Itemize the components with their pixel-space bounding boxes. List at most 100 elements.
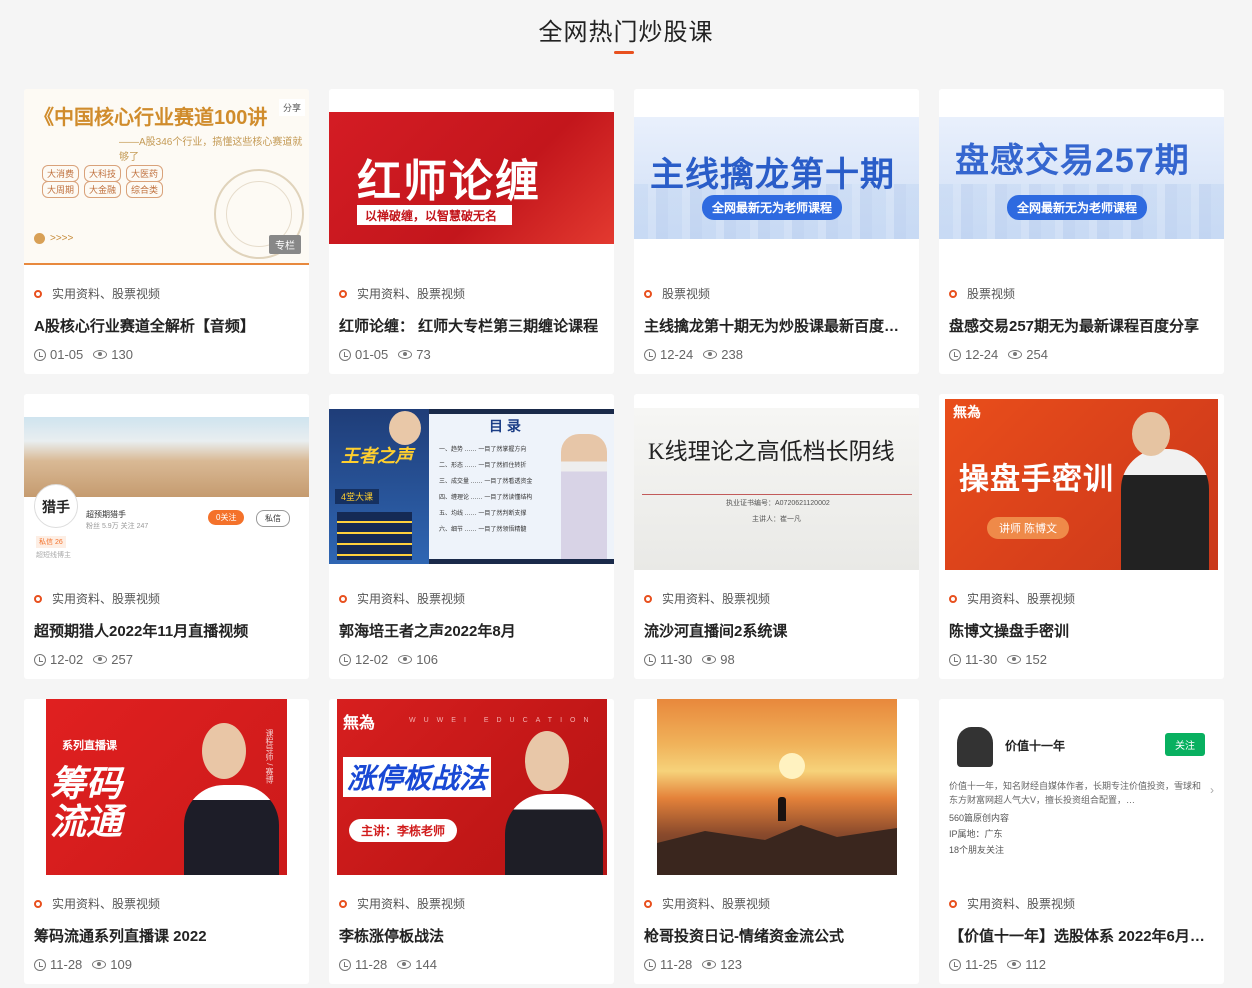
card-views: 98 — [720, 652, 735, 667]
card-date: 12-24 — [965, 347, 999, 362]
profile-name: 超预期猎手 — [86, 510, 126, 519]
card-stats: 11-28 144 — [339, 957, 437, 972]
course-card[interactable]: 王者之声 4堂大课 目 录 一、趋势 …… 一目了然掌握方向 二、形态 …… 一… — [329, 394, 614, 679]
clock-icon — [34, 653, 46, 666]
card-category: 实用资料、股票视频 — [949, 895, 1075, 912]
card-category: 实用资料、股票视频 — [339, 590, 465, 607]
card-views: 73 — [416, 347, 431, 362]
card-category: 实用资料、股票视频 — [34, 895, 160, 912]
course-thumbnail[interactable]: 价值十一年 关注 价值十一年，知名财经自媒体作者，长期专注价值投资，雪球和东方财… — [939, 699, 1224, 875]
course-card[interactable]: 無為 操盘手密训 讲师 陈博文 实用资料、股票视频 陈博文操盘手密训 11-30… — [939, 394, 1224, 679]
course-card[interactable]: 系列直播课 筹码流通 课程导师 / 赛博 实用资料、股票视频 筹码流通系列直播课… — [24, 699, 309, 984]
category-label[interactable]: 实用资料、股票视频 — [357, 895, 465, 912]
card-title[interactable]: 流沙河直播间2系统课 — [644, 620, 909, 641]
card-stats: 12-02 257 — [34, 652, 133, 667]
card-views: 109 — [110, 957, 132, 972]
category-dot-icon — [339, 289, 347, 298]
eye-icon — [92, 960, 107, 969]
presenter-figure — [1121, 449, 1209, 570]
category-label[interactable]: 股票视频 — [662, 285, 710, 302]
thumb-headline: 盘感交易257期 — [955, 142, 1190, 180]
category-label[interactable]: 实用资料、股票视频 — [52, 895, 160, 912]
card-title[interactable]: 枪哥投资日记-情绪资金流公式 — [644, 925, 909, 946]
course-grid: 《中国核心行业赛道100讲 ——A股346个行业，搞懂这些核心赛道就够了 大消费… — [24, 89, 1224, 984]
thumb-headline: 筹码流通 — [50, 763, 123, 842]
card-title[interactable]: 李栋涨停板战法 — [339, 925, 604, 946]
card-title[interactable]: 盘感交易257期无为最新课程百度分享 — [949, 315, 1214, 336]
course-thumbnail[interactable]: 《中国核心行业赛道100讲 ——A股346个行业，搞懂这些核心赛道就够了 大消费… — [24, 89, 309, 265]
course-thumbnail[interactable]: 猎手 超预期猎手 粉丝 5.9万 关注 247 0关注 私信 私信 26 超短线… — [24, 394, 309, 570]
category-dot-icon — [644, 289, 652, 298]
thumb-pill: 全网最新无为老师课程 — [702, 195, 843, 220]
course-card[interactable]: 红师论缠 以禅破缠，以智慧破无名 实用资料、股票视频 红师论缠： 红师大专栏第三… — [329, 89, 614, 374]
board-title: 目 录 — [489, 418, 521, 434]
category-label[interactable]: 实用资料、股票视频 — [662, 895, 770, 912]
card-title[interactable]: 超预期猎人2022年11月直播视频 — [34, 620, 299, 641]
card-title[interactable]: 郭海培王者之声2022年8月 — [339, 620, 604, 641]
category-label[interactable]: 实用资料、股票视频 — [967, 895, 1075, 912]
category-dot-icon — [34, 594, 42, 603]
card-stats: 01-05 73 — [339, 347, 431, 362]
card-stats: 12-24 254 — [949, 347, 1048, 362]
course-card[interactable]: K线理论之高低档长阴线 执业证书编号：A0720621120002 主讲人：崔一… — [634, 394, 919, 679]
beach-banner — [24, 417, 309, 497]
card-title[interactable]: 筹码流通系列直播课 2022 — [34, 925, 299, 946]
thumb-dot — [34, 233, 45, 244]
course-thumbnail[interactable]: 王者之声 4堂大课 目 录 一、趋势 …… 一目了然掌握方向 二、形态 …… 一… — [329, 394, 614, 570]
category-label[interactable]: 实用资料、股票视频 — [662, 590, 770, 607]
category-dot-icon — [339, 594, 347, 603]
thumb-headline: 《中国核心行业赛道100讲 — [34, 107, 268, 129]
card-date: 01-05 — [50, 347, 84, 362]
card-title[interactable]: 【价值十一年】选股体系 2022年6月更新 — [949, 925, 1214, 946]
clock-icon — [34, 958, 46, 971]
eye-icon — [93, 655, 108, 664]
course-thumbnail[interactable]: 红师论缠 以禅破缠，以智慧破无名 — [329, 89, 614, 265]
category-dot-icon — [644, 594, 652, 603]
course-thumbnail[interactable]: 主线擒龙第十期 全网最新无为老师课程 — [634, 89, 919, 265]
category-label[interactable]: 实用资料、股票视频 — [967, 590, 1075, 607]
profile-fans: 粉丝 5.9万 关注 247 — [86, 523, 149, 530]
card-date: 11-30 — [965, 652, 998, 667]
board-row: 三、成交量 …… 一目了然看透资金 — [439, 479, 533, 485]
card-category: 实用资料、股票视频 — [644, 590, 770, 607]
thumb-divider — [24, 263, 309, 265]
course-card[interactable]: 实用资料、股票视频 枪哥投资日记-情绪资金流公式 11-28 123 — [634, 699, 919, 984]
card-date: 11-25 — [965, 957, 998, 972]
course-card[interactable]: 价值十一年 关注 价值十一年，知名财经自媒体作者，长期专注价值投资，雪球和东方财… — [939, 699, 1224, 984]
card-title[interactable]: 陈博文操盘手密训 — [949, 620, 1214, 641]
thumb-tag: 系列直播课 — [62, 740, 117, 752]
course-thumbnail[interactable]: 無為 操盘手密训 讲师 陈博文 — [939, 394, 1224, 570]
course-card[interactable]: 盘感交易257期 全网最新无为老师课程 股票视频 盘感交易257期无为最新课程百… — [939, 89, 1224, 374]
category-label[interactable]: 股票视频 — [967, 285, 1015, 302]
thumb-divider — [642, 494, 912, 495]
eye-icon — [1007, 655, 1022, 664]
category-label[interactable]: 实用资料、股票视频 — [357, 285, 465, 302]
card-title[interactable]: 主线擒龙第十期无为炒股课最新百度网盘分享 — [644, 315, 909, 336]
sun-graphic — [779, 753, 805, 779]
course-card[interactable]: 猎手 超预期猎手 粉丝 5.9万 关注 247 0关注 私信 私信 26 超短线… — [24, 394, 309, 679]
course-thumbnail[interactable] — [634, 699, 919, 875]
course-thumbnail[interactable]: K线理论之高低档长阴线 执业证书编号：A0720621120002 主讲人：崔一… — [634, 394, 919, 570]
card-category: 股票视频 — [949, 285, 1015, 302]
course-thumbnail[interactable]: 盘感交易257期 全网最新无为老师课程 — [939, 89, 1224, 265]
card-date: 11-28 — [355, 957, 388, 972]
presenter-figure — [505, 794, 603, 875]
thumb-headline: 操盘手密训 — [959, 463, 1114, 496]
course-card[interactable]: 無為 WUWEI EDUCATION 涨停板战法 主讲：李栋老师 实用资料、股票… — [329, 699, 614, 984]
course-thumbnail[interactable]: 無為 WUWEI EDUCATION 涨停板战法 主讲：李栋老师 — [329, 699, 614, 875]
card-title[interactable]: 红师论缠： 红师大专栏第三期缠论课程 — [339, 315, 604, 336]
card-views: 112 — [1025, 957, 1047, 972]
course-card[interactable]: 《中国核心行业赛道100讲 ——A股346个行业，搞懂这些核心赛道就够了 大消费… — [24, 89, 309, 374]
category-label[interactable]: 实用资料、股票视频 — [52, 590, 160, 607]
clock-icon — [644, 653, 656, 666]
card-title[interactable]: A股核心行业赛道全解析【音频】 — [34, 315, 299, 336]
course-thumbnail[interactable]: 系列直播课 筹码流通 课程导师 / 赛博 — [24, 699, 309, 875]
board-row: 四、缠理论 …… 一目了然读懂结构 — [439, 495, 533, 501]
course-card[interactable]: 主线擒龙第十期 全网最新无为老师课程 股票视频 主线擒龙第十期无为炒股课最新百度… — [634, 89, 919, 374]
category-label[interactable]: 实用资料、股票视频 — [357, 590, 465, 607]
card-date: 12-24 — [660, 347, 694, 362]
card-category: 实用资料、股票视频 — [339, 285, 465, 302]
category-label[interactable]: 实用资料、股票视频 — [52, 285, 160, 302]
category-dot-icon — [34, 899, 42, 908]
clock-icon — [339, 958, 351, 971]
